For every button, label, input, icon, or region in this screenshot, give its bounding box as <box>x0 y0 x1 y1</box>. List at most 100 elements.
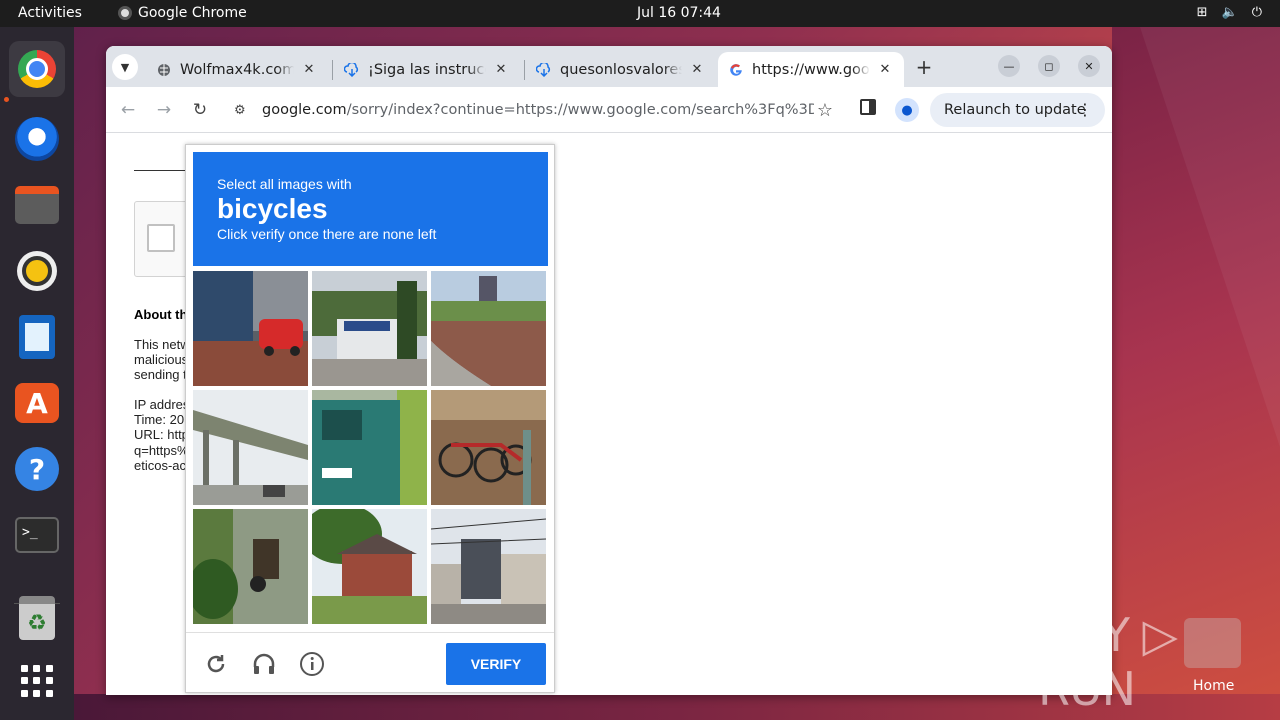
home-folder-icon[interactable] <box>1184 618 1241 668</box>
trash-icon: ♻ <box>19 596 55 640</box>
show-apps-button[interactable] <box>9 653 65 709</box>
dock-chrome[interactable] <box>9 41 65 97</box>
back-button[interactable]: ← <box>116 98 140 122</box>
terminal-icon: >_ <box>15 517 59 553</box>
tab-separator <box>524 60 525 80</box>
help-icon: ? <box>15 447 59 491</box>
site-info-icon[interactable]: ⚙ <box>234 103 252 118</box>
reload-button[interactable]: ↻ <box>188 98 212 122</box>
tab-wolfmax[interactable]: Wolfmax4k.com : ✕ <box>146 52 328 87</box>
clock[interactable]: Jul 16 07:44 <box>637 5 721 21</box>
side-panel-icon[interactable] <box>860 99 876 115</box>
info-icon[interactable] <box>298 650 326 678</box>
plus-icon: + <box>915 55 933 79</box>
captcha-tile-3[interactable] <box>431 271 546 386</box>
download-icon <box>344 62 360 78</box>
top-bar: Activities Google Chrome Jul 16 07:44 ⊞ … <box>0 0 1280 27</box>
recaptcha-checkbox[interactable] <box>147 224 175 252</box>
dock-thunderbird[interactable] <box>9 111 65 167</box>
captcha-tile-8[interactable] <box>312 509 427 624</box>
tab-quesonlos[interactable]: quesonlosvalores ✕ <box>526 52 716 87</box>
minimize-button[interactable]: — <box>998 55 1020 77</box>
tab-separator <box>332 60 333 80</box>
power-icon: ⏻ <box>1251 5 1262 20</box>
rhythmbox-icon <box>17 251 57 291</box>
wallpaper-shape <box>1140 27 1280 447</box>
new-tab-button[interactable]: + <box>912 55 936 79</box>
captcha-tile-9[interactable] <box>431 509 546 624</box>
address-bar[interactable]: ⚙ google.com/sorry/index?continue=https:… <box>224 93 844 127</box>
globe-icon <box>156 62 172 78</box>
url-path: /sorry/index?continue=https://www.google… <box>346 102 814 118</box>
captcha-target: bicycles <box>217 193 328 224</box>
dock: A ? >_ ♻ <box>0 27 74 720</box>
tab-strip: ▼ Wolfmax4k.com : ✕ ¡Siga las instruccio… <box>106 46 1112 87</box>
relaunch-label: Relaunch to update <box>944 102 1086 118</box>
arrow-left-icon: ← <box>120 100 136 120</box>
files-icon <box>15 186 59 224</box>
reload-challenge-icon[interactable] <box>202 650 230 678</box>
dock-terminal[interactable]: >_ <box>9 507 65 563</box>
bookmark-star-icon[interactable]: ☆ <box>814 100 836 121</box>
tab-google-active[interactable]: https://www.google.com ✕ <box>718 52 904 87</box>
captcha-hint: Click verify once there are none left <box>217 226 437 242</box>
captcha-tile-2[interactable] <box>312 271 427 386</box>
thunderbird-icon <box>15 117 59 161</box>
app-menu[interactable]: Google Chrome <box>118 5 247 21</box>
captcha-instruction: Select all images with <box>217 176 352 192</box>
tab-siga[interactable]: ¡Siga las instrucciones ✕ <box>334 52 520 87</box>
chevron-down-icon: ▼ <box>120 60 130 74</box>
close-window-button[interactable]: ✕ <box>1078 55 1100 77</box>
dock-files[interactable] <box>9 177 65 233</box>
tab-title: ¡Siga las instrucciones <box>368 61 486 78</box>
captcha-tile-6[interactable] <box>431 390 546 505</box>
activities-button[interactable]: Activities <box>18 5 82 21</box>
writer-icon <box>19 315 55 359</box>
close-icon[interactable]: ✕ <box>688 62 706 77</box>
profile-avatar-icon[interactable]: ● <box>895 98 919 122</box>
url-text: google.com/sorry/index?continue=https://… <box>262 102 814 118</box>
more-vert-icon[interactable]: ⋮ <box>1077 100 1093 119</box>
url-host: google.com <box>262 102 347 118</box>
tab-title: quesonlosvalores <box>560 61 682 78</box>
chrome-small-icon <box>118 6 132 20</box>
captcha-header: Select all images with bicycles Click ve… <box>193 152 548 266</box>
system-tray[interactable]: ⊞ 🔈 ⏻ <box>1197 5 1262 20</box>
captcha-tile-5[interactable] <box>312 390 427 505</box>
captcha-tile-grid <box>193 271 548 626</box>
dock-writer[interactable] <box>9 309 65 365</box>
close-icon[interactable]: ✕ <box>876 62 894 77</box>
tab-title: Wolfmax4k.com : <box>180 61 294 78</box>
audio-challenge-icon[interactable] <box>250 650 278 678</box>
close-icon[interactable]: ✕ <box>492 62 510 77</box>
browser-toolbar: ← → ↻ ⚙ google.com/sorry/index?continue=… <box>106 87 1112 133</box>
anyrun-watermark: ANY ▷ RUN <box>1038 608 1178 716</box>
network-icon: ⊞ <box>1196 5 1208 20</box>
software-store-icon: A <box>15 383 59 423</box>
chrome-icon <box>18 50 56 88</box>
close-icon: ✕ <box>1084 59 1094 73</box>
close-icon[interactable]: ✕ <box>300 62 318 77</box>
dock-help[interactable]: ? <box>9 441 65 497</box>
arrow-right-icon: → <box>156 100 172 120</box>
maximize-icon: ◻ <box>1044 59 1054 73</box>
dock-software[interactable]: A <box>9 375 65 431</box>
captcha-tile-1[interactable] <box>193 271 308 386</box>
dock-trash[interactable]: ♻ <box>9 590 65 646</box>
relaunch-button[interactable]: Relaunch to update ⋮ <box>930 93 1105 127</box>
download-icon <box>536 62 552 78</box>
captcha-challenge: Select all images with bicycles Click ve… <box>185 144 555 693</box>
google-icon <box>728 62 744 78</box>
captcha-tile-7[interactable] <box>193 509 308 624</box>
forward-button[interactable]: → <box>152 98 176 122</box>
app-grid-icon <box>21 665 53 697</box>
maximize-button[interactable]: ◻ <box>1038 55 1060 77</box>
running-indicator <box>4 97 9 102</box>
captcha-tile-4[interactable] <box>193 390 308 505</box>
minimize-icon: — <box>1003 59 1015 73</box>
about-heading: About th <box>134 307 188 322</box>
tab-search-button[interactable]: ▼ <box>112 54 138 80</box>
home-folder-label[interactable]: Home <box>1193 678 1234 694</box>
dock-rhythmbox[interactable] <box>9 243 65 299</box>
verify-button[interactable]: VERIFY <box>446 643 546 685</box>
